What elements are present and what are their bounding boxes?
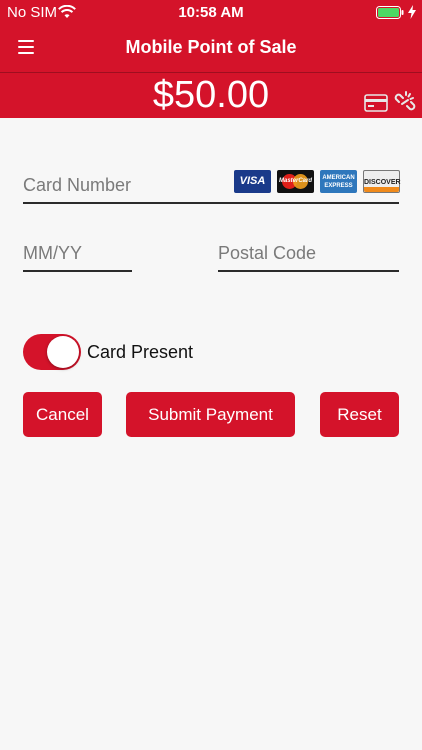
status-bar: No SIM 10:58 AM <box>0 0 422 24</box>
expiry-input[interactable] <box>23 243 132 264</box>
card-present-label: Card Present <box>87 342 194 362</box>
payment-amount: $50.00 <box>152 74 270 116</box>
submit-payment-button[interactable]: Submit Payment <box>126 392 295 437</box>
charging-bolt-icon <box>408 5 416 19</box>
card-reader-icon[interactable] <box>364 93 388 113</box>
expiry-field <box>23 232 132 272</box>
discover-logo: DISCOVER <box>363 170 401 193</box>
mastercard-logo-text: MasterCard <box>278 178 312 184</box>
nav-bar: Mobile Point of Sale <box>0 24 422 72</box>
postal-code-input[interactable] <box>218 243 399 264</box>
accepted-card-logos: VISA MasterCard AMERICAN EXPRESS DISCOVE… <box>234 170 401 194</box>
postal-code-field <box>218 232 399 272</box>
page-title: Mobile Point of Sale <box>125 37 297 57</box>
app-header: No SIM 10:58 AM Mobile Point of Sale $50… <box>0 0 422 118</box>
discover-logo-text: DISCOVER <box>364 179 401 186</box>
visa-logo: VISA <box>234 170 271 193</box>
reset-button[interactable]: Reset <box>320 392 399 437</box>
toggle-knob <box>47 336 79 368</box>
disconnected-link-icon[interactable] <box>394 90 416 114</box>
cancel-button[interactable]: Cancel <box>23 392 102 437</box>
amex-logo: AMERICAN EXPRESS <box>320 170 357 193</box>
mastercard-logo: MasterCard <box>277 170 314 193</box>
clock: 10:58 AM <box>178 4 244 21</box>
card-present-toggle[interactable] <box>23 334 81 370</box>
battery-icon <box>376 6 404 19</box>
